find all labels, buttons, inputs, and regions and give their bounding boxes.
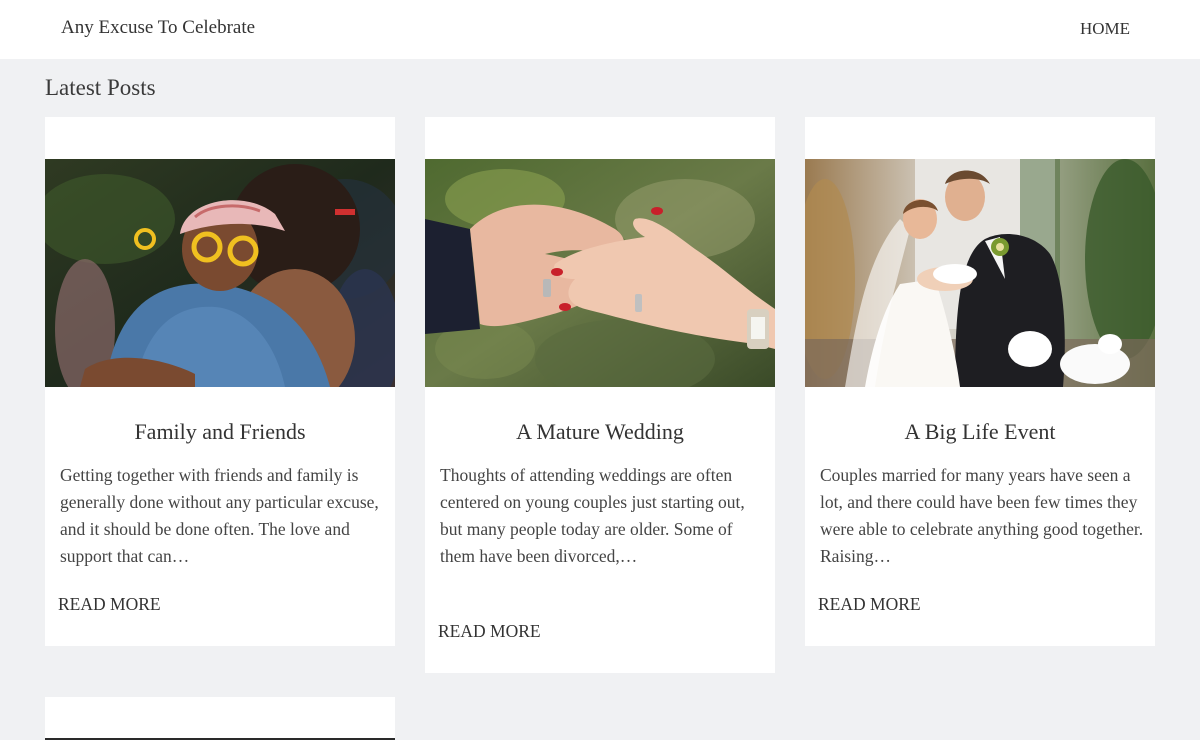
nav-home-link[interactable]: HOME [1080, 19, 1130, 39]
section-title: Latest Posts [45, 75, 156, 100]
post-image-link[interactable] [805, 159, 1155, 387]
post-image-link[interactable] [425, 159, 775, 387]
post-card: A Big Life Event Couples married for man… [805, 117, 1155, 646]
post-card: A Mature Wedding Thoughts of attending w… [425, 117, 775, 673]
post-excerpt: Couples married for many years have seen… [820, 465, 1144, 566]
post-title[interactable]: Family and Friends [45, 419, 395, 445]
post-card [45, 697, 395, 740]
read-more-link[interactable]: READ MORE [438, 621, 541, 642]
post-card: Family and Friends Getting together with… [45, 117, 395, 646]
post-image [45, 159, 395, 387]
post-title[interactable]: A Big Life Event [805, 419, 1155, 445]
post-image [425, 159, 775, 387]
read-more-link[interactable]: READ MORE [818, 594, 921, 615]
site-header: Any Excuse To Celebrate HOME [0, 0, 1200, 59]
post-image [805, 159, 1155, 387]
read-more-link[interactable]: READ MORE [58, 594, 161, 615]
post-excerpt: Thoughts of attending weddings are often… [440, 465, 745, 566]
post-excerpt: Getting together with friends and family… [60, 465, 379, 566]
post-title[interactable]: A Mature Wedding [425, 419, 775, 445]
site-title-link[interactable]: Any Excuse To Celebrate [61, 17, 255, 39]
post-image-link[interactable] [45, 159, 395, 387]
